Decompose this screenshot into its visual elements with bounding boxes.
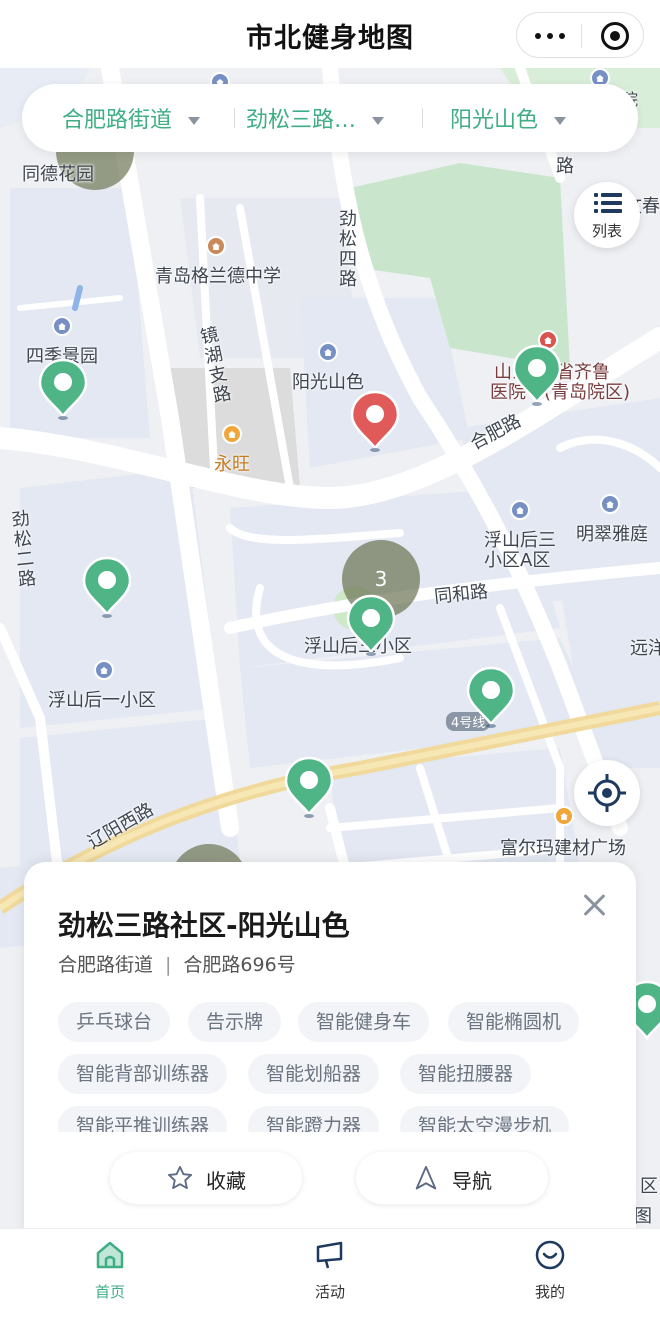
equipment-tag: 智能背部训练器 [58,1054,228,1094]
list-icon [594,193,622,213]
locate-me-button[interactable] [574,760,640,826]
map-pin-selected[interactable] [350,390,400,452]
map-label: 明翠雅庭 [576,524,648,545]
chevron-down-icon [554,117,567,125]
filter-divider [234,108,235,128]
navigate-button[interactable]: 导航 [356,1152,548,1204]
map-label: 路 [556,156,574,177]
site-street: 合肥路街道 [58,954,154,976]
filter-community-dropdown[interactable]: 劲松三路… [246,102,385,134]
site-info-card: 劲松三路社区-阳光山色 合肥路街道 | 合肥路696号 乒乓球台 告示牌 智能健身车… [24,862,636,1242]
mini-program-capsule [516,12,644,58]
residence-icon [94,660,114,680]
filter-bar: 合肥路街道 劲松三路… 阳光山色 [22,84,638,152]
megaphone-icon [316,1241,343,1269]
residence-icon [318,342,338,362]
tab-profile[interactable]: 我的 [440,1229,660,1317]
residence-icon [510,500,530,520]
close-icon[interactable] [579,890,609,920]
navigate-label: 导航 [452,1169,492,1193]
list-button-label: 列表 [591,222,622,240]
equipment-tag: 智能椭圆机 [448,1002,580,1042]
home-icon [96,1241,124,1269]
map-label: 远洋 [630,638,660,659]
more-icon[interactable] [535,33,565,39]
nav-header: 市北健身地图 [0,0,660,68]
equipment-tag: 智能平推训练器 [58,1106,228,1132]
site-address: 合肥路696号 [183,954,296,976]
smile-icon [535,1240,565,1270]
list-view-button[interactable]: 列表 [574,182,640,248]
map-pin[interactable] [512,344,562,406]
map-label: 浮山后一小区 [48,690,156,711]
chevron-down-icon [372,117,385,125]
equipment-tag: 智能健身车 [298,1002,430,1042]
close-miniprogram-icon[interactable] [601,22,629,50]
map-label: 同德花园 [22,164,94,185]
star-icon [167,1165,193,1189]
filter-site-label: 阳光山色 [450,108,539,133]
residence-icon [600,494,620,514]
filter-street-dropdown[interactable]: 合肥路街道 [62,102,201,134]
capsule-divider [581,24,582,48]
filter-site-dropdown[interactable]: 阳光山色 [450,102,567,134]
filter-divider [422,108,423,128]
residence-icon [52,316,72,336]
locate-icon [588,774,626,812]
map-label: 富尔玛建材广场 [500,838,626,859]
equipment-tag: 智能划船器 [248,1054,380,1094]
map-pin[interactable] [284,756,334,818]
bottom-tab-bar: 首页 活动 我的 [0,1228,660,1317]
map-label: 劲松四路 [339,209,357,290]
map-label: 图 [634,1206,652,1227]
map-label: 青岛格兰德中学 [155,266,281,287]
map-pin[interactable] [82,556,132,618]
tab-activity-label: 活动 [314,1283,345,1301]
chevron-down-icon [188,117,201,125]
equipment-tag: 智能扭腰器 [400,1054,532,1094]
tab-profile-label: 我的 [534,1283,565,1301]
equipment-tag: 智能太空漫步机 [400,1106,570,1132]
filter-community-label: 劲松三路… [246,108,357,133]
favorite-button[interactable]: 收藏 [110,1152,302,1204]
equipment-tag: 智能蹬力器 [248,1106,380,1132]
school-icon [206,236,226,256]
shopping-icon [222,424,242,444]
favorite-label: 收藏 [206,1169,246,1193]
equipment-tag: 乒乓球台 [58,1002,171,1042]
equipment-tag-list: 乒乓球台 告示牌 智能健身车 智能椭圆机 智能背部训练器 智能划船器 智能扭腰器… [58,1002,618,1132]
site-subtitle: 合肥路街道 | 合肥路696号 [58,950,296,977]
site-title: 劲松三路社区-阳光山色 [58,909,350,942]
subtitle-separator: | [165,954,172,976]
map-label: 小区A区 [484,550,551,571]
tab-activity[interactable]: 活动 [220,1229,440,1317]
filter-street-label: 合肥路街道 [62,108,173,133]
map-pin[interactable] [466,666,516,728]
equipment-tag: 告示牌 [188,1002,282,1042]
map-pin[interactable] [346,594,396,656]
map-label: 永旺 [214,454,250,475]
tab-home[interactable]: 首页 [0,1229,220,1317]
map-pin[interactable] [38,358,88,420]
map-label: 区 [640,1176,658,1197]
navigation-icon [415,1165,437,1190]
shopping-icon [554,806,574,826]
tab-home-label: 首页 [94,1283,125,1301]
